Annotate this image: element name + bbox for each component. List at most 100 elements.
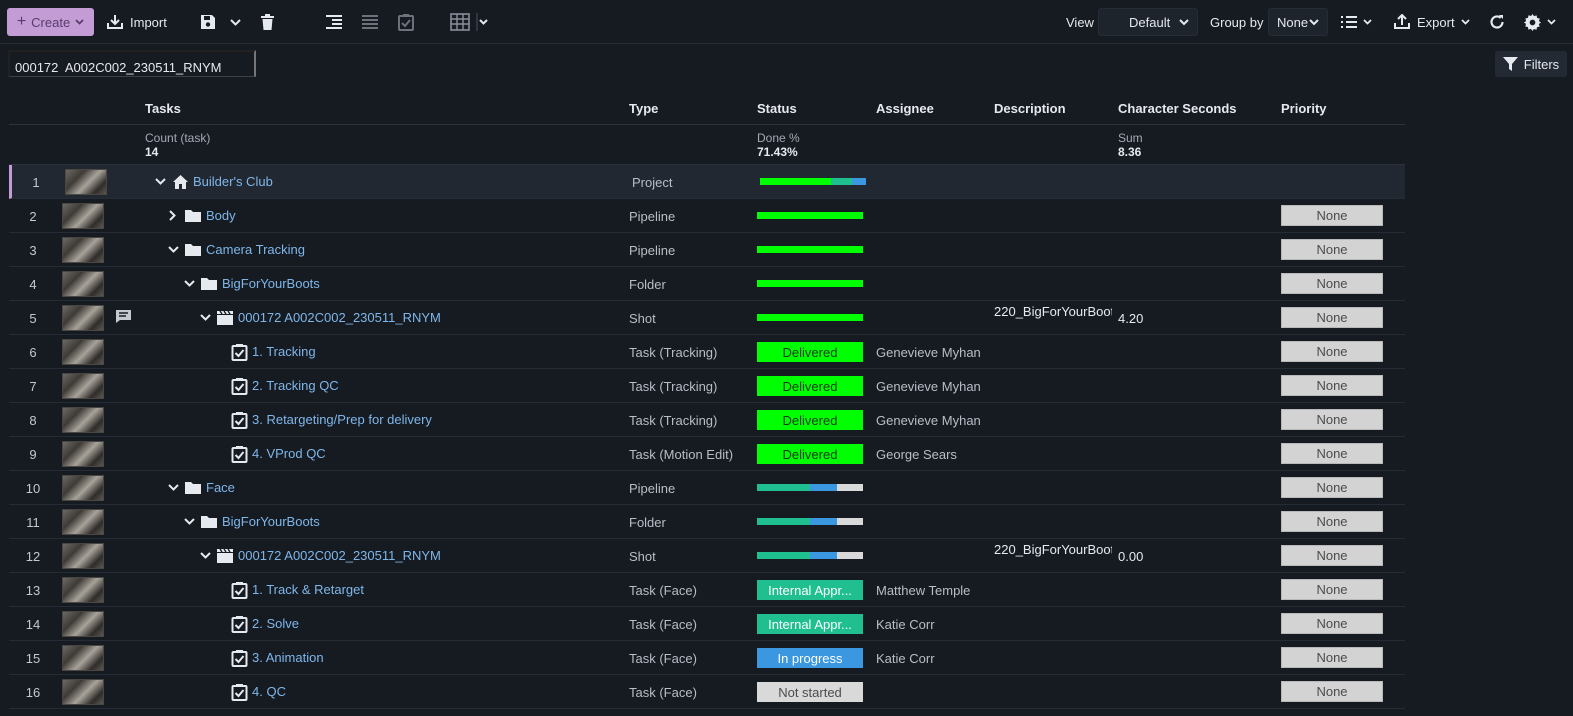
thumbnail-image[interactable]: [62, 237, 104, 263]
task-name[interactable]: 1. Track & Retarget: [252, 582, 364, 597]
task-name[interactable]: 3. Retargeting/Prep for delivery: [252, 412, 432, 427]
task-name[interactable]: BigForYourBoots: [222, 514, 320, 529]
assignee-cell[interactable]: Katie Corr: [876, 617, 935, 632]
task-name-cell[interactable]: 4. QC: [230, 675, 286, 708]
table-row[interactable]: 6 1. Tracking Task (Tracking) Delivered Gene…: [9, 335, 1405, 369]
chevron-down-icon[interactable]: [166, 481, 180, 495]
task-name-cell[interactable]: BigForYourBoots: [182, 267, 320, 300]
status-badge[interactable]: Not started: [757, 682, 863, 702]
task-name[interactable]: Camera Tracking: [206, 242, 305, 257]
task-name-cell[interactable]: 2. Solve: [230, 607, 299, 640]
thumbnail-image[interactable]: [62, 373, 104, 399]
table-row[interactable]: 15 3. Animation Task (Face) In progress Kati…: [9, 641, 1405, 675]
group-by-select[interactable]: None: [1268, 8, 1328, 36]
thumbnail-image[interactable]: [62, 679, 104, 705]
task-name-cell[interactable]: 1. Track & Retarget: [230, 573, 364, 606]
task-name[interactable]: 1. Tracking: [252, 344, 316, 359]
thumbnail-image[interactable]: [62, 611, 104, 637]
priority-select[interactable]: None: [1281, 613, 1383, 634]
delete-button[interactable]: [260, 8, 275, 36]
grid-view-dropdown[interactable]: [476, 8, 489, 36]
thumbnail-image[interactable]: [62, 475, 104, 501]
thumbnail-image[interactable]: [62, 339, 104, 365]
assignee-cell[interactable]: Genevieve Myhan: [876, 413, 981, 428]
import-button[interactable]: Import: [106, 8, 167, 36]
priority-select[interactable]: None: [1281, 205, 1383, 226]
task-name-cell[interactable]: Builder's Club: [153, 165, 273, 198]
outdent-button[interactable]: [361, 8, 379, 36]
column-header-assignee[interactable]: Assignee: [876, 101, 934, 116]
indent-button[interactable]: [325, 8, 343, 36]
table-row[interactable]: 2 Body Pipeline None: [9, 199, 1405, 233]
chevron-down-icon[interactable]: [182, 515, 196, 529]
thumbnail-image[interactable]: [62, 305, 104, 331]
task-check-button[interactable]: [397, 8, 415, 36]
table-row[interactable]: 14 2. Solve Task (Face) Internal Appr... Kat…: [9, 607, 1405, 641]
character-seconds-cell[interactable]: 0.00: [1118, 549, 1143, 564]
assignee-cell[interactable]: Genevieve Myhan: [876, 379, 981, 394]
status-badge[interactable]: Internal Appr...: [757, 614, 863, 634]
thumbnail-image[interactable]: [62, 271, 104, 297]
grid-view-button[interactable]: [450, 8, 470, 36]
thumbnail-image[interactable]: [62, 441, 104, 467]
save-options-dropdown[interactable]: [230, 8, 241, 36]
thumbnail-image[interactable]: [62, 203, 104, 229]
task-name-cell[interactable]: Camera Tracking: [166, 233, 305, 266]
priority-select[interactable]: None: [1281, 239, 1383, 260]
settings-button[interactable]: [1523, 8, 1556, 36]
thumbnail-image[interactable]: [62, 509, 104, 535]
task-name[interactable]: 3. Animation: [252, 650, 324, 665]
search-input[interactable]: [8, 50, 256, 77]
priority-select[interactable]: None: [1281, 477, 1383, 498]
table-row[interactable]: 9 4. VProd QC Task (Motion Edit) Delivered G…: [9, 437, 1405, 471]
task-name-cell[interactable]: BigForYourBoots: [182, 505, 320, 538]
table-row[interactable]: 12 000172 A002C002_230511_RNYM Shot 220_Big…: [9, 539, 1405, 573]
column-header-description[interactable]: Description: [994, 101, 1066, 116]
character-seconds-cell[interactable]: 4.20: [1118, 311, 1143, 326]
priority-select[interactable]: None: [1281, 681, 1383, 702]
chevron-down-icon[interactable]: [166, 243, 180, 257]
task-name[interactable]: Face: [206, 480, 235, 495]
status-badge[interactable]: Internal Appr...: [757, 580, 863, 600]
table-row[interactable]: 10 Face Pipeline None: [9, 471, 1405, 505]
task-name-cell[interactable]: Face: [166, 471, 235, 504]
priority-select[interactable]: None: [1281, 307, 1383, 328]
column-header-character-seconds[interactable]: Character Seconds: [1118, 101, 1237, 116]
assignee-cell[interactable]: Matthew Temple: [876, 583, 970, 598]
thumbnail-image[interactable]: [62, 645, 104, 671]
column-header-type[interactable]: Type: [629, 101, 658, 116]
task-name-cell[interactable]: 000172 A002C002_230511_RNYM: [198, 539, 441, 572]
assignee-cell[interactable]: Genevieve Myhan: [876, 345, 981, 360]
priority-select[interactable]: None: [1281, 273, 1383, 294]
thumbnail-image[interactable]: [62, 577, 104, 603]
priority-select[interactable]: None: [1281, 341, 1383, 362]
create-button[interactable]: + Create: [7, 8, 94, 36]
task-name[interactable]: Body: [206, 208, 236, 223]
status-badge[interactable]: Delivered: [757, 410, 863, 430]
task-name[interactable]: 2. Solve: [252, 616, 299, 631]
assignee-cell[interactable]: George Sears: [876, 447, 957, 462]
comment-icon[interactable]: [115, 309, 132, 324]
task-name-cell[interactable]: 3. Animation: [230, 641, 324, 674]
priority-select[interactable]: None: [1281, 579, 1383, 600]
priority-select[interactable]: None: [1281, 375, 1383, 396]
table-row[interactable]: 7 2. Tracking QC Task (Tracking) Delivered G…: [9, 369, 1405, 403]
thumbnail-image[interactable]: [62, 407, 104, 433]
filters-button[interactable]: Filters: [1495, 51, 1567, 77]
chevron-down-icon[interactable]: [153, 175, 167, 189]
chevron-down-icon[interactable]: [198, 549, 212, 563]
status-badge[interactable]: In progress: [757, 648, 863, 668]
table-row[interactable]: 11 BigForYourBoots Folder None: [9, 505, 1405, 539]
task-name-cell[interactable]: 3. Retargeting/Prep for delivery: [230, 403, 432, 436]
column-header-priority[interactable]: Priority: [1281, 101, 1327, 116]
description-cell[interactable]: 220_BigForYourBoots: [994, 542, 1112, 557]
task-name[interactable]: 4. QC: [252, 684, 286, 699]
export-button[interactable]: Export: [1393, 8, 1470, 36]
assignee-cell[interactable]: Katie Corr: [876, 651, 935, 666]
column-header-tasks[interactable]: Tasks: [145, 101, 181, 116]
priority-select[interactable]: None: [1281, 647, 1383, 668]
save-button[interactable]: [199, 8, 217, 36]
task-name[interactable]: Builder's Club: [193, 174, 273, 189]
table-row[interactable]: 1 Builder's Club Project: [9, 165, 1405, 199]
thumbnail-image[interactable]: [62, 543, 104, 569]
